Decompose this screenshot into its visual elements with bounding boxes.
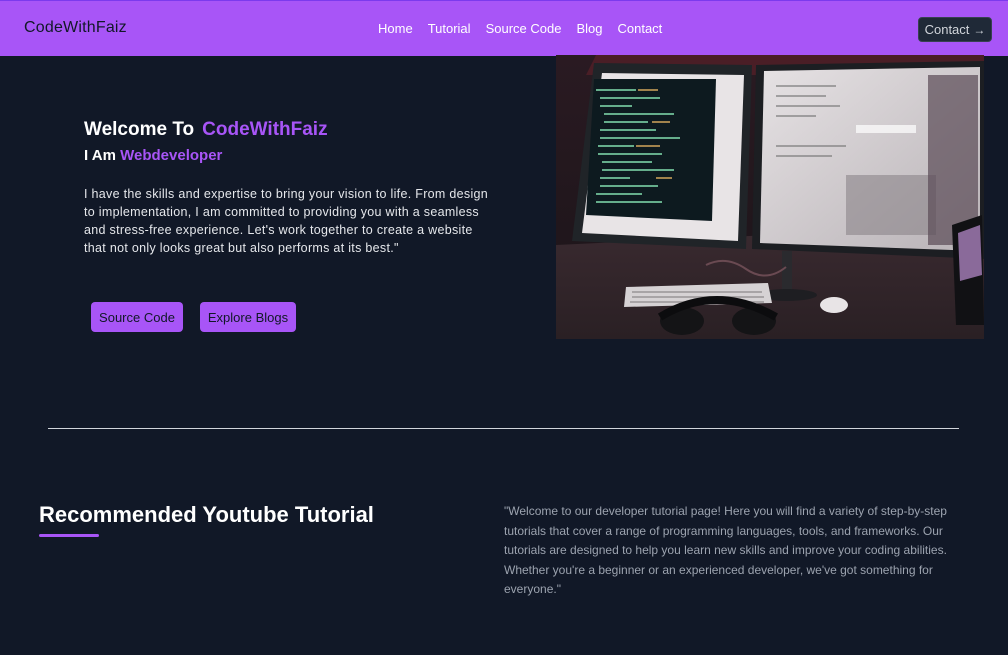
contact-button[interactable]: Contact → — [918, 17, 992, 42]
hero-title-prefix: Welcome To — [84, 119, 195, 140]
nav-link-tutorial[interactable]: Tutorial — [428, 21, 471, 36]
nav-link-contact[interactable]: Contact — [617, 21, 662, 36]
tutorial-section-description: "Welcome to our developer tutorial page!… — [504, 504, 947, 597]
hero-title: Welcome To CodeWithFaiz — [84, 119, 328, 141]
tutorial-section-title: Recommended Youtube Tutorial — [39, 502, 374, 527]
hero-title-accent: CodeWithFaiz — [202, 119, 328, 140]
nav-link-source-code[interactable]: Source Code — [486, 21, 562, 36]
arrow-right-icon: → — [973, 22, 986, 37]
hero-sub-prefix: I Am — [84, 147, 116, 164]
nav-link-home[interactable]: Home — [378, 21, 413, 36]
hero-subtitle: I Am Webdeveloper — [84, 147, 222, 164]
contact-button-label: Contact — [924, 22, 970, 37]
navbar: CodeWithFaiz Home Tutorial Source Code B… — [0, 0, 1008, 56]
explore-blogs-button[interactable]: Explore Blogs — [200, 302, 296, 332]
section-divider — [48, 428, 959, 429]
nav-links: Home Tutorial Source Code Blog Contact — [378, 21, 662, 36]
source-code-button[interactable]: Source Code — [91, 302, 183, 332]
hero-desk-image — [556, 55, 984, 339]
title-underline — [39, 534, 99, 537]
hero-sub-accent: Webdeveloper — [120, 147, 223, 164]
brand-logo[interactable]: CodeWithFaiz — [24, 19, 127, 37]
nav-link-blog[interactable]: Blog — [576, 21, 602, 36]
hero-description: I have the skills and expertise to bring… — [84, 187, 489, 255]
